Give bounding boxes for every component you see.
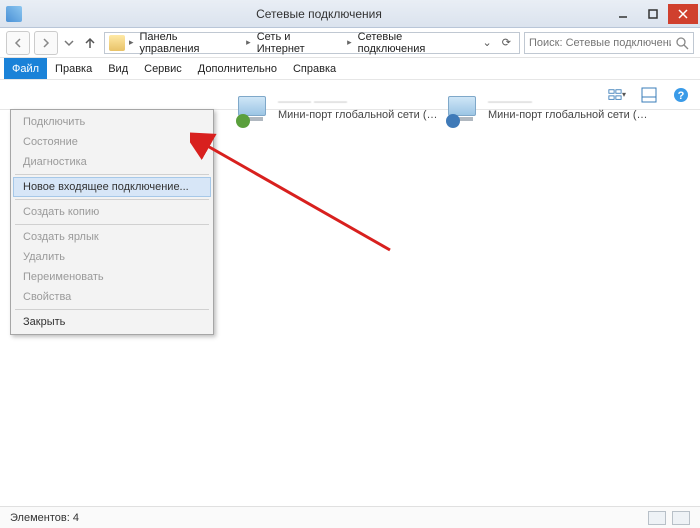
menu-help[interactable]: Справка <box>285 58 344 79</box>
menu-file[interactable]: Файл <box>4 58 47 79</box>
menu-separator <box>15 199 209 200</box>
app-icon <box>6 6 22 22</box>
menu-item-diagnostics[interactable]: Диагностика <box>13 152 211 172</box>
menu-edit[interactable]: Правка <box>47 58 100 79</box>
help-button[interactable]: ? <box>672 86 690 104</box>
minimize-button[interactable] <box>608 4 638 24</box>
menu-view[interactable]: Вид <box>100 58 136 79</box>
close-button[interactable] <box>668 4 698 24</box>
menu-item-status[interactable]: Состояние <box>13 132 211 152</box>
connection-name: ——— ——— <box>278 96 438 108</box>
svg-text:?: ? <box>678 90 685 102</box>
menu-advanced[interactable]: Дополнительно <box>190 58 285 79</box>
chevron-right-icon: ▸ <box>246 37 251 48</box>
connection-badge-icon <box>446 114 460 128</box>
connection-item[interactable]: ———— Мини-порт глобальной сети (P... <box>448 96 648 126</box>
search-icon <box>675 36 689 50</box>
address-row: ▸ Панель управления ▸ Сеть и Интернет ▸ … <box>0 28 700 58</box>
menu-item-rename[interactable]: Переименовать <box>13 267 211 287</box>
window-title: Сетевые подключения <box>30 7 608 21</box>
view-large-icon[interactable] <box>672 511 690 525</box>
nav-back-button[interactable] <box>6 31 30 55</box>
connection-item[interactable]: ——— ——— Мини-порт глобальной сети (P... <box>238 96 438 126</box>
folder-icon <box>109 35 125 51</box>
refresh-icon[interactable]: ⟳ <box>498 36 515 49</box>
connection-icon <box>448 96 482 126</box>
menu-separator <box>15 224 209 225</box>
nav-recent-button[interactable] <box>62 31 76 55</box>
breadcrumb-item[interactable]: Сетевые подключения <box>354 31 477 55</box>
status-view-icons <box>648 511 690 525</box>
chevron-right-icon: ▸ <box>347 37 352 48</box>
chevron-right-icon: ▸ <box>129 37 134 48</box>
connection-subtitle: Мини-порт глобальной сети (P... <box>488 109 648 121</box>
menu-item-properties[interactable]: Свойства <box>13 287 211 307</box>
chevron-down-icon[interactable]: ⌄ <box>479 36 496 49</box>
connection-icon <box>238 96 272 126</box>
menu-separator <box>15 309 209 310</box>
status-bar: Элементов: 4 <box>0 506 700 528</box>
status-text: Элементов: 4 <box>10 512 79 524</box>
maximize-button[interactable] <box>638 4 668 24</box>
menu-separator <box>15 174 209 175</box>
nav-up-button[interactable] <box>80 32 100 54</box>
menu-tools[interactable]: Сервис <box>136 58 190 79</box>
menubar: Файл Правка Вид Сервис Дополнительно Спр… <box>0 58 700 80</box>
connection-name: ———— <box>488 96 648 108</box>
view-details-icon[interactable] <box>648 511 666 525</box>
search-box[interactable] <box>524 32 694 54</box>
menu-item-copy[interactable]: Создать копию <box>13 202 211 222</box>
menu-item-new-incoming-connection[interactable]: Новое входящее подключение... <box>13 177 211 197</box>
titlebar: Сетевые подключения <box>0 0 700 28</box>
window-controls <box>608 4 698 24</box>
menu-item-shortcut[interactable]: Создать ярлык <box>13 227 211 247</box>
menu-item-connect[interactable]: Подключить <box>13 112 211 132</box>
nav-forward-button[interactable] <box>34 31 58 55</box>
menu-item-close[interactable]: Закрыть <box>13 312 211 332</box>
breadcrumb-item[interactable]: Панель управления <box>135 31 244 55</box>
file-menu-dropdown: Подключить Состояние Диагностика Новое в… <box>10 109 214 335</box>
breadcrumb-item[interactable]: Сеть и Интернет <box>253 31 345 55</box>
breadcrumb[interactable]: ▸ Панель управления ▸ Сеть и Интернет ▸ … <box>104 32 520 54</box>
connection-badge-icon <box>236 114 250 128</box>
search-input[interactable] <box>529 37 671 49</box>
connection-subtitle: Мини-порт глобальной сети (P... <box>278 109 438 121</box>
menu-item-delete[interactable]: Удалить <box>13 247 211 267</box>
